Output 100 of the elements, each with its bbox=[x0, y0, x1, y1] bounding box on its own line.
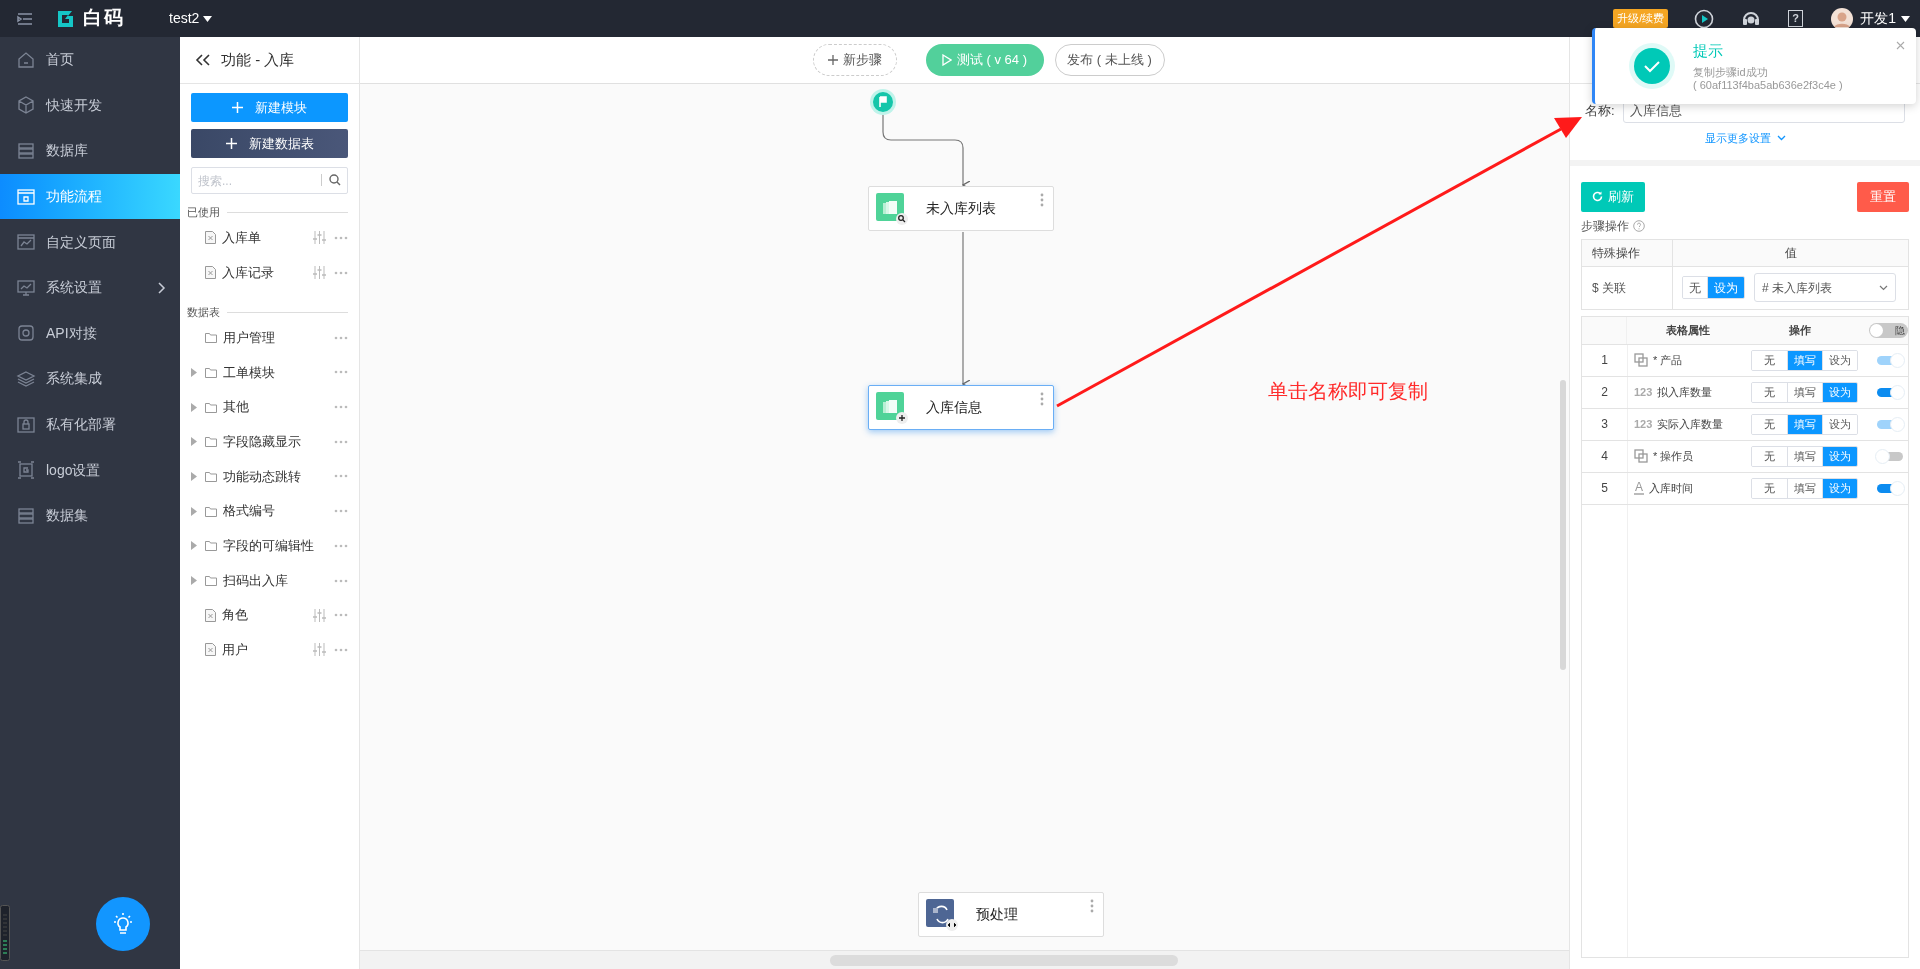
column-header: 特殊操作 bbox=[1582, 239, 1673, 266]
sidebar-item[interactable]: 数据集 bbox=[0, 492, 180, 539]
more-icon[interactable] bbox=[334, 578, 348, 583]
expand-arrow-icon[interactable] bbox=[191, 541, 197, 551]
column-header: 操作 bbox=[1787, 322, 1812, 338]
flow-node[interactable]: 预处理 bbox=[918, 892, 1104, 937]
more-icon[interactable] bbox=[334, 439, 348, 444]
row-number: 3 bbox=[1582, 408, 1628, 440]
sidebar-item[interactable]: logo设置 bbox=[0, 447, 180, 493]
search-field[interactable]: 搜索... bbox=[191, 167, 348, 194]
row-number: 5 bbox=[1582, 472, 1628, 504]
sidebar-item[interactable]: 自定义页面 bbox=[0, 219, 180, 265]
list-item[interactable]: 角色 bbox=[191, 597, 348, 633]
more-icon[interactable] bbox=[334, 270, 348, 275]
expand-arrow-icon[interactable] bbox=[191, 437, 197, 447]
tips-button[interactable] bbox=[96, 897, 150, 951]
toggle-switch[interactable] bbox=[1877, 387, 1903, 397]
play-icon[interactable] bbox=[1694, 8, 1715, 29]
toggle-switch[interactable]: 隐 bbox=[1868, 322, 1908, 338]
sidebar-item[interactable]: 系统设置 bbox=[0, 264, 180, 311]
more-icon[interactable] bbox=[334, 474, 348, 479]
sidebar-item[interactable]: 数据库 bbox=[0, 128, 180, 174]
more-icon[interactable] bbox=[1090, 899, 1094, 913]
play-icon bbox=[941, 54, 952, 66]
plus-icon bbox=[827, 55, 838, 65]
select-field[interactable]: # 未入库列表 bbox=[1754, 273, 1896, 302]
list-item[interactable]: 字段的可编辑性 bbox=[191, 528, 348, 564]
folder-icon bbox=[205, 540, 217, 552]
list-item[interactable]: 功能动态跳转 bbox=[191, 459, 348, 494]
expand-arrow-icon[interactable] bbox=[191, 402, 197, 412]
sidebar-item[interactable]: 私有化部署 bbox=[0, 401, 180, 448]
list-item[interactable]: 用户 bbox=[191, 632, 348, 668]
collapse-icon[interactable] bbox=[195, 54, 211, 66]
folder-icon bbox=[205, 366, 217, 378]
folder-icon bbox=[205, 332, 217, 344]
list-item[interactable]: 工单模块 bbox=[191, 355, 348, 390]
column-header: 值 bbox=[1783, 244, 1798, 262]
sidebar-item[interactable]: API对接 bbox=[0, 310, 180, 357]
more-icon[interactable] bbox=[334, 543, 348, 548]
flow-node[interactable]: 入库信息 bbox=[868, 385, 1054, 430]
expand-arrow-icon[interactable] bbox=[191, 506, 197, 516]
sidebar-item[interactable]: 快速开发 bbox=[0, 82, 180, 129]
user-menu[interactable]: 开发1 bbox=[1860, 8, 1910, 29]
expand-arrow-icon[interactable] bbox=[191, 471, 197, 481]
list-item[interactable]: 入库记录 bbox=[191, 255, 348, 290]
node-icon bbox=[876, 392, 909, 425]
list-item[interactable]: 格式编号 bbox=[191, 493, 348, 529]
more-icon[interactable] bbox=[334, 647, 348, 652]
more-icon[interactable] bbox=[334, 235, 348, 240]
toggle-switch[interactable] bbox=[1877, 451, 1903, 461]
more-icon[interactable] bbox=[334, 370, 348, 375]
more-icon[interactable] bbox=[334, 509, 348, 514]
plus-icon bbox=[232, 102, 243, 113]
toggle-switch[interactable] bbox=[1877, 483, 1903, 493]
chart-window-icon bbox=[16, 232, 36, 253]
more-icon[interactable] bbox=[1040, 193, 1044, 207]
list-item[interactable]: 字段隐藏显示 bbox=[191, 424, 348, 460]
more-icon[interactable] bbox=[334, 405, 348, 410]
toast-message: 复制步骤id成功 bbox=[1693, 65, 1769, 79]
adjust-icon[interactable] bbox=[313, 231, 326, 245]
close-icon[interactable] bbox=[1896, 41, 1905, 50]
chevron-down-icon bbox=[1776, 135, 1786, 142]
scrollbar-thumb[interactable] bbox=[1560, 380, 1566, 670]
app-switcher[interactable]: test2 bbox=[169, 8, 213, 29]
sheet-file-icon bbox=[205, 643, 216, 657]
adjust-icon[interactable] bbox=[313, 608, 326, 622]
toast-title: 提示 bbox=[1693, 40, 1724, 61]
more-icon[interactable] bbox=[334, 613, 348, 618]
help-icon[interactable] bbox=[1633, 219, 1645, 232]
list-item[interactable]: 用户管理 bbox=[191, 320, 348, 356]
menu-icon[interactable] bbox=[17, 11, 33, 26]
adjust-icon[interactable] bbox=[313, 266, 326, 280]
start-flag-icon[interactable] bbox=[870, 89, 896, 115]
chevron-down-icon bbox=[1879, 284, 1888, 291]
folder-icon bbox=[205, 575, 217, 587]
sidebar-item[interactable]: 首页 bbox=[0, 37, 180, 83]
more-icon[interactable] bbox=[1040, 392, 1044, 406]
help-button[interactable]: ? bbox=[1788, 10, 1804, 27]
list-item[interactable]: 扫码出入库 bbox=[191, 563, 348, 598]
field-name: * 操作员 bbox=[1653, 448, 1694, 464]
panel-title: 功能 - 入库 bbox=[221, 49, 295, 70]
sheet-file-icon bbox=[205, 608, 216, 622]
number-type-icon: 123 bbox=[1634, 415, 1653, 433]
list-item[interactable]: 其他 bbox=[191, 389, 348, 425]
expand-arrow-icon[interactable] bbox=[191, 576, 197, 586]
avatar-icon[interactable] bbox=[1831, 7, 1854, 30]
field-name: 实际入库数量 bbox=[1657, 416, 1724, 432]
more-icon[interactable] bbox=[334, 335, 348, 340]
folder-icon bbox=[205, 436, 217, 448]
sidebar-item[interactable]: 系统集成 bbox=[0, 356, 180, 402]
search-icon[interactable] bbox=[329, 174, 341, 186]
new-button[interactable]: 新建数据表 bbox=[191, 129, 348, 158]
flow-window-icon bbox=[16, 186, 36, 207]
table-cell: $ 关联 bbox=[1582, 266, 1673, 309]
adjust-icon[interactable] bbox=[313, 643, 326, 657]
flow-node[interactable]: 未入库列表 bbox=[868, 186, 1054, 231]
node-icon bbox=[876, 193, 909, 226]
caret-icon bbox=[1901, 15, 1910, 22]
list-item[interactable]: 入库单 bbox=[191, 220, 348, 256]
expand-arrow-icon[interactable] bbox=[191, 367, 197, 377]
